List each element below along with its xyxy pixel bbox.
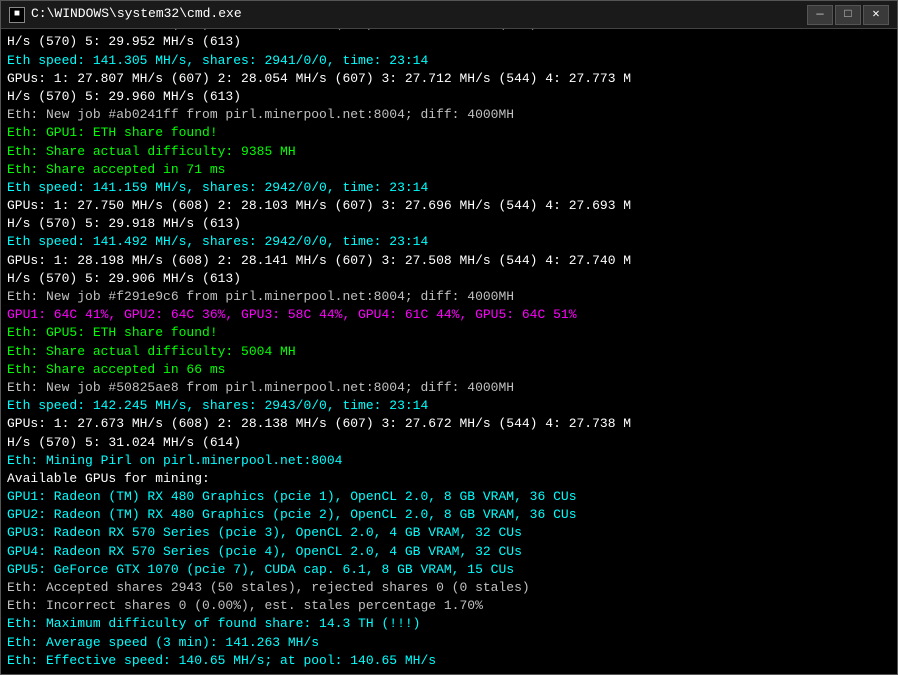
console-line: H/s (570) 5: 29.952 MH/s (613) (7, 33, 891, 51)
console-line: H/s (570) 5: 29.906 MH/s (613) (7, 270, 891, 288)
console-line: Eth: New job #f291e9c6 from pirl.minerpo… (7, 288, 891, 306)
console-line: Eth: GPU5: ETH share found! (7, 324, 891, 342)
console-line: Eth speed: 142.245 MH/s, shares: 2943/0/… (7, 397, 891, 415)
console-line: Eth: Effective speed: 140.65 MH/s; at po… (7, 652, 891, 670)
console-line: GPUs: 1: 27.807 MH/s (607) 2: 28.054 MH/… (7, 70, 891, 88)
console-line: Eth: Accepted shares 2943 (50 stales), r… (7, 579, 891, 597)
console-line: Available GPUs for mining: (7, 470, 891, 488)
main-window: ■ C:\WINDOWS\system32\cmd.exe — □ ✕ Eth … (0, 0, 898, 675)
window-title: C:\WINDOWS\system32\cmd.exe (31, 5, 242, 23)
console-line: H/s (570) 5: 29.960 MH/s (613) (7, 88, 891, 106)
title-bar-left: ■ C:\WINDOWS\system32\cmd.exe (9, 5, 242, 23)
console-line: GPU2: Radeon (TM) RX 480 Graphics (pcie … (7, 506, 891, 524)
console-line: Eth speed: 141.305 MH/s, shares: 2941/0/… (7, 52, 891, 70)
window-icon: ■ (9, 7, 25, 23)
console-line: GPU1: 64C 41%, GPU2: 64C 36%, GPU3: 58C … (7, 306, 891, 324)
title-bar-controls: — □ ✕ (807, 5, 889, 25)
console-output[interactable]: Eth speed: 140.768 MH/s, shares: 2941/0/… (1, 29, 897, 674)
console-line: Eth: New job #50825ae8 from pirl.minerpo… (7, 379, 891, 397)
console-line: GPU1: Radeon (TM) RX 480 Graphics (pcie … (7, 488, 891, 506)
console-line: Eth: Share accepted in 66 ms (7, 361, 891, 379)
console-wrapper: Eth speed: 140.768 MH/s, shares: 2941/0/… (1, 29, 897, 674)
console-line: GPU3: Radeon RX 570 Series (pcie 3), Ope… (7, 524, 891, 542)
console-line: GPUs: 1: 28.198 MH/s (608) 2: 28.141 MH/… (7, 252, 891, 270)
console-line: GPU4: Radeon RX 570 Series (pcie 4), Ope… (7, 543, 891, 561)
console-line: Eth: Incorrect shares 0 (0.00%), est. st… (7, 597, 891, 615)
console-line: Eth: Maximum difficulty of found share: … (7, 615, 891, 633)
console-line: Eth: New job #ab0241ff from pirl.minerpo… (7, 106, 891, 124)
title-bar: ■ C:\WINDOWS\system32\cmd.exe — □ ✕ (1, 1, 897, 29)
console-line: Eth speed: 141.492 MH/s, shares: 2942/0/… (7, 233, 891, 251)
console-line: GPU5: GeForce GTX 1070 (pcie 7), CUDA ca… (7, 561, 891, 579)
maximize-button[interactable]: □ (835, 5, 861, 25)
console-line: GPUs: 1: 27.750 MH/s (608) 2: 28.103 MH/… (7, 197, 891, 215)
console-line: GPUs: 1: 27.673 MH/s (608) 2: 28.138 MH/… (7, 415, 891, 433)
close-button[interactable]: ✕ (863, 5, 889, 25)
console-line: Eth: Average speed (3 min): 141.263 MH/s (7, 634, 891, 652)
console-line: Eth speed: 141.159 MH/s, shares: 2942/0/… (7, 179, 891, 197)
console-line: Eth: GPU1: ETH share found! (7, 124, 891, 142)
console-line: Eth: Share actual difficulty: 5004 MH (7, 343, 891, 361)
console-line: H/s (570) 5: 29.918 MH/s (613) (7, 215, 891, 233)
console-line: Eth: Share accepted in 71 ms (7, 161, 891, 179)
console-line: Eth: Mining Pirl on pirl.minerpool.net:8… (7, 452, 891, 470)
console-line: H/s (570) 5: 31.024 MH/s (614) (7, 434, 891, 452)
console-line: Eth: Share actual difficulty: 9385 MH (7, 143, 891, 161)
minimize-button[interactable]: — (807, 5, 833, 25)
